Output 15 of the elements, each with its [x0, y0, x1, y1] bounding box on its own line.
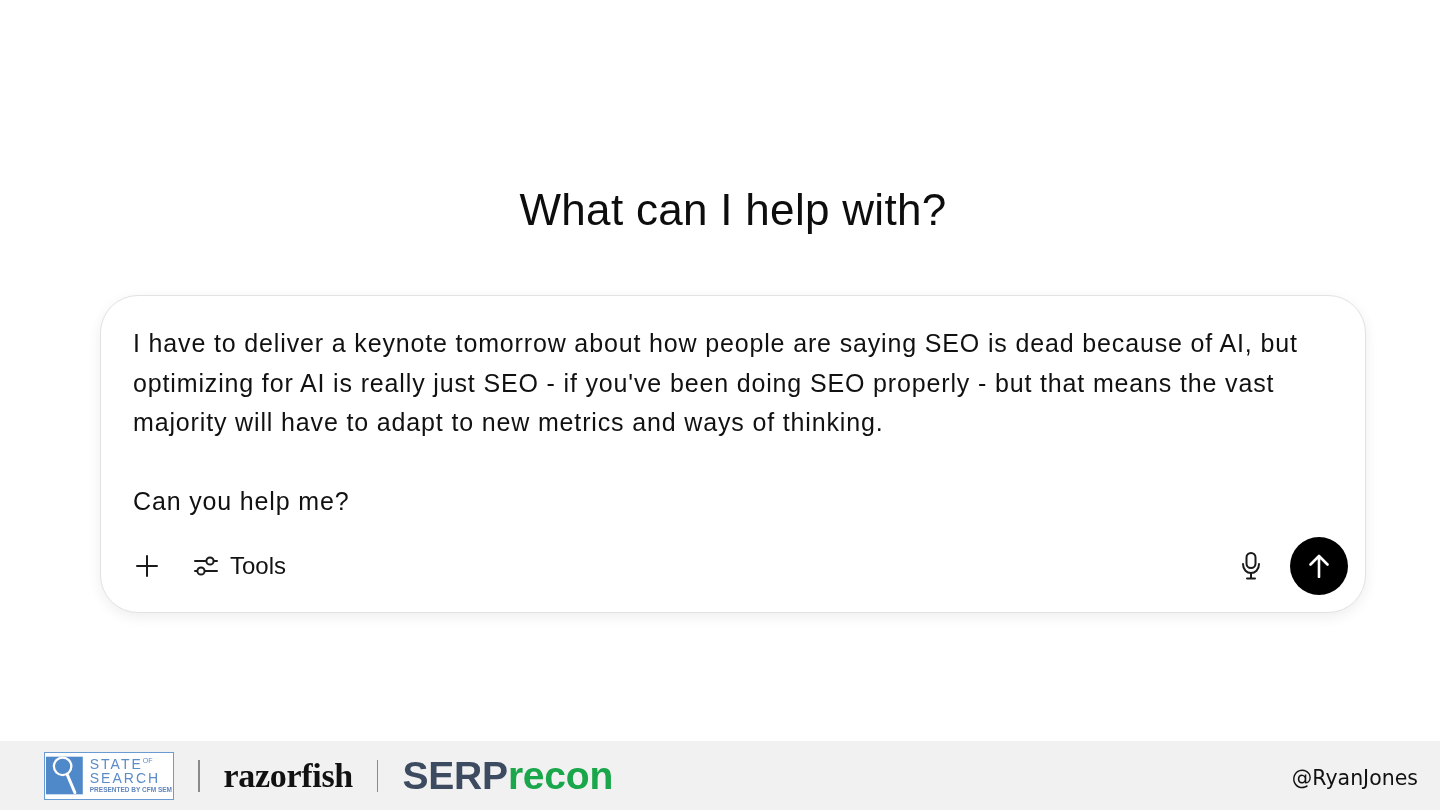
tools-button[interactable]: Tools — [192, 549, 289, 582]
microphone-button[interactable] — [1239, 549, 1263, 582]
add-button[interactable] — [134, 552, 160, 579]
logo-wordmark: SERPrecon — [402, 753, 614, 798]
microphone-icon — [1241, 551, 1261, 580]
logo-text: STATE — [89, 757, 143, 771]
arrow-up-icon — [1309, 553, 1329, 578]
send-button[interactable] — [1290, 536, 1348, 595]
page-heading: What can I help with? — [519, 184, 947, 236]
logo-wordmark: razorfish — [223, 755, 353, 796]
prompt-input-field[interactable]: I have to deliver a keynote tomorrow about how people are saying SEO is dead because of AI, but optimizing for AI is really just SEO - if you've been doing SEO properly - but that means the vast majority will have to adapt to new metrics and ways of thinking. Can you help me? — [133, 324, 1323, 522]
plus-icon — [136, 554, 158, 577]
sliders-icon — [194, 554, 218, 577]
logo-text: SEARCH — [89, 771, 162, 785]
author-handle: @RyanJones — [1291, 765, 1418, 790]
